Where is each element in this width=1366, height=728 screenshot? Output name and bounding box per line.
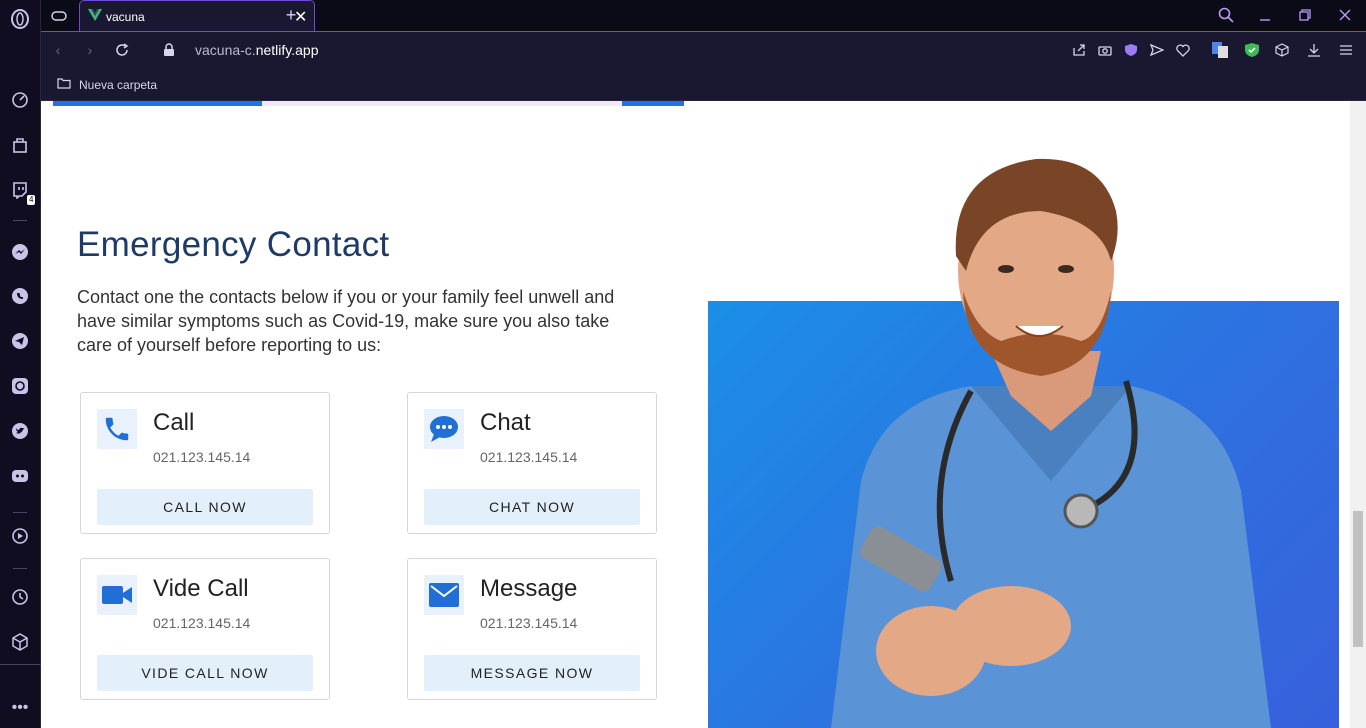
- previous-section-edge: [53, 101, 684, 106]
- send-icon[interactable]: [1149, 42, 1165, 58]
- page-description: Contact one the contacts below if you or…: [77, 287, 615, 355]
- contact-number: 021.123.145.14: [153, 615, 251, 631]
- shopping-bag-icon[interactable]: [10, 135, 30, 155]
- adblock-shield-icon[interactable]: [1243, 41, 1261, 59]
- address-toolbar: ‹ › vacuna-c.netlify.app: [41, 31, 1366, 69]
- address-bar[interactable]: vacuna-c.netlify.app: [195, 42, 318, 58]
- speed-dial-icon[interactable]: [10, 90, 30, 110]
- share-icon[interactable]: [1071, 42, 1087, 58]
- tab-vacuna[interactable]: vacuna ✕: [79, 0, 315, 31]
- page-title: Emergency Contact: [77, 225, 390, 264]
- tab-bar: vacuna ✕ +: [41, 0, 1366, 31]
- page-scrollbar[interactable]: [1350, 101, 1366, 728]
- gamepad-icon[interactable]: [49, 7, 69, 25]
- phone-icon: [97, 409, 137, 449]
- heart-icon[interactable]: [1175, 42, 1191, 58]
- contact-title: Message: [480, 575, 578, 602]
- twitter-icon[interactable]: [10, 421, 30, 441]
- video-camera-icon: [97, 575, 137, 615]
- contact-card-chat: Chat 021.123.145.14 CHAT NOW: [407, 392, 657, 534]
- contact-title: Vide Call: [153, 575, 249, 602]
- search-tabs-icon[interactable]: [1216, 5, 1236, 25]
- restore-icon[interactable]: [1295, 5, 1315, 25]
- reload-icon[interactable]: [113, 41, 131, 59]
- forward-icon[interactable]: ›: [81, 41, 99, 59]
- contact-title: Chat: [480, 409, 531, 436]
- close-window-icon[interactable]: [1335, 5, 1355, 25]
- download-icon[interactable]: [1306, 42, 1322, 58]
- call-now-button[interactable]: CALL NOW: [97, 489, 313, 525]
- folder-icon: [57, 76, 71, 94]
- chat-now-button[interactable]: CHAT NOW: [424, 489, 640, 525]
- vue-logo-icon: [88, 9, 102, 24]
- opera-logo-icon[interactable]: [10, 9, 30, 29]
- chat-icon: [424, 409, 464, 449]
- scrollbar-thumb[interactable]: [1353, 511, 1363, 647]
- browser-sidebar: 4 •••: [0, 0, 41, 728]
- camera-icon[interactable]: [1097, 42, 1113, 58]
- contact-number: 021.123.145.14: [480, 615, 578, 631]
- bookmark-folder[interactable]: Nueva carpeta: [57, 76, 157, 94]
- instagram-icon[interactable]: [10, 376, 30, 396]
- vpn-shield-icon[interactable]: [1123, 42, 1139, 58]
- contact-number: 021.123.145.14: [480, 449, 578, 465]
- video-call-now-button[interactable]: VIDE CALL NOW: [97, 655, 313, 691]
- bookmarks-bar: Nueva carpeta: [41, 69, 1366, 101]
- new-tab-icon[interactable]: +: [281, 4, 301, 26]
- cube-icon[interactable]: [1274, 42, 1290, 58]
- discord-icon[interactable]: [10, 466, 30, 486]
- twitch-badge: 4: [27, 195, 36, 205]
- contact-card-call: Call 021.123.145.14 CALL NOW: [80, 392, 330, 534]
- player-icon[interactable]: [10, 526, 30, 546]
- contact-card-video-call: Vide Call 021.123.145.14 VIDE CALL NOW: [80, 558, 330, 700]
- contact-title: Call: [153, 409, 195, 436]
- envelope-icon: [424, 575, 464, 615]
- history-icon[interactable]: [10, 587, 30, 607]
- more-icon[interactable]: •••: [10, 698, 30, 718]
- contact-card-message: Message 021.123.145.14 MESSAGE NOW: [407, 558, 657, 700]
- extensions-icon[interactable]: [10, 632, 30, 652]
- whatsapp-icon[interactable]: [10, 286, 30, 306]
- lock-icon[interactable]: [161, 42, 177, 58]
- back-icon[interactable]: ‹: [49, 41, 67, 59]
- web-page: Emergency Contact Contact one the contac…: [41, 101, 1350, 728]
- bookmark-folder-label: Nueva carpeta: [79, 78, 158, 92]
- translate-icon[interactable]: [1211, 41, 1229, 59]
- easy-setup-icon[interactable]: [1338, 42, 1354, 58]
- contact-number: 021.123.145.14: [153, 449, 251, 465]
- tab-title: vacuna: [106, 10, 145, 24]
- url-prefix: vacuna-c.: [195, 42, 256, 58]
- telegram-icon[interactable]: [10, 331, 30, 351]
- message-now-button[interactable]: MESSAGE NOW: [424, 655, 640, 691]
- messenger-icon[interactable]: [10, 242, 30, 262]
- minimize-icon[interactable]: [1255, 5, 1275, 25]
- url-domain: netlify.app: [255, 42, 319, 58]
- doctor-photo: [831, 158, 1271, 728]
